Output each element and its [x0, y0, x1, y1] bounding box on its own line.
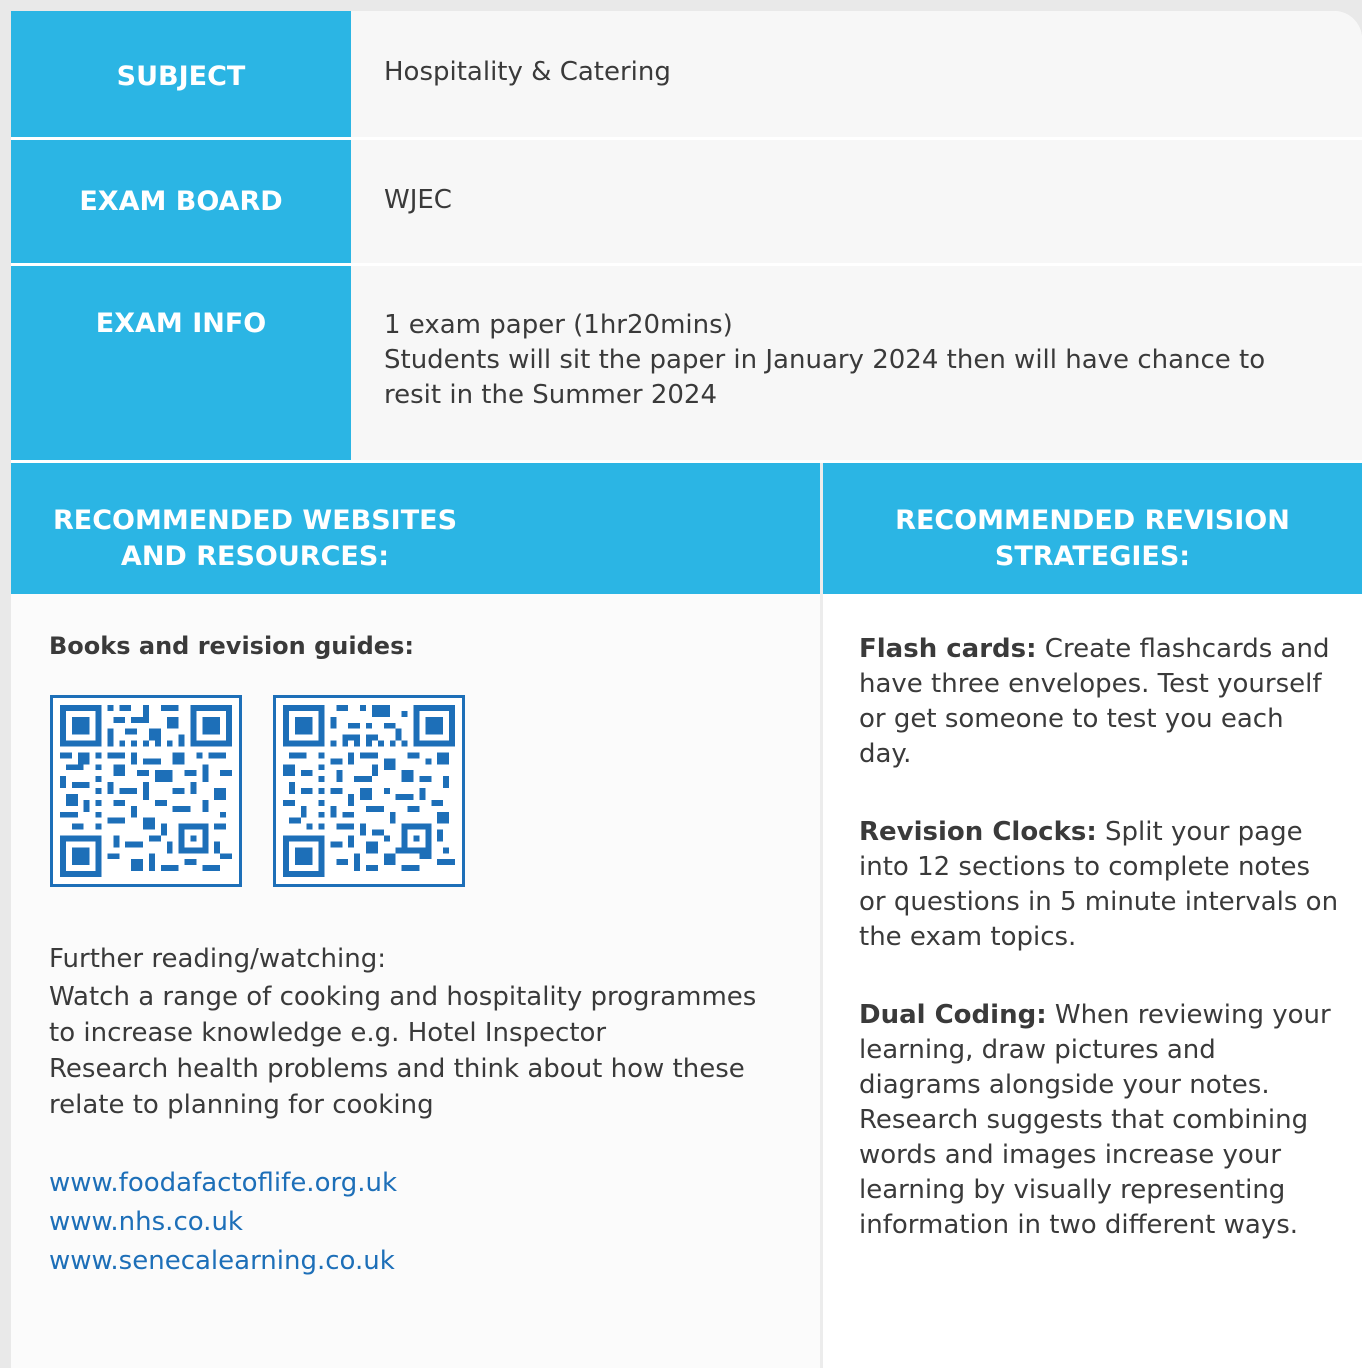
- exam-board-label: EXAM BOARD: [11, 140, 351, 263]
- strategies-header-line-1: RECOMMENDED REVISION: [895, 505, 1290, 536]
- further-line-1: Watch a range of cooking and hospitality…: [49, 982, 757, 1048]
- strategy-revision-clocks: Revision Clocks: Split your page into 12…: [859, 815, 1339, 955]
- qr-code-1-graphic: [60, 705, 232, 877]
- exam-board-value: WJEC: [351, 140, 1362, 263]
- exam-board-row: EXAM BOARD WJEC: [11, 140, 1362, 263]
- strategy-title: Flash cards:: [859, 634, 1037, 664]
- strategies-header: RECOMMENDED REVISION STRATEGIES:: [823, 463, 1362, 594]
- subject-label: SUBJECT: [11, 11, 351, 137]
- qr-code-icon[interactable]: [50, 695, 242, 887]
- link-senecalearning[interactable]: www.senecalearning.co.uk: [49, 1242, 397, 1281]
- books-heading: Books and revision guides:: [49, 632, 414, 660]
- further-line-2: Research health problems and think about…: [49, 1054, 745, 1120]
- link-nhs[interactable]: www.nhs.co.uk: [49, 1203, 397, 1242]
- strategies-column: Flash cards: Create flashcards and have …: [823, 594, 1362, 1368]
- strategy-title: Dual Coding:: [859, 1000, 1047, 1030]
- website-links: www.foodafactoflife.org.uk www.nhs.co.uk…: [49, 1164, 397, 1281]
- strategy-text: When reviewing your learning, draw pictu…: [859, 1000, 1331, 1240]
- websites-header-line-1: RECOMMENDED WEBSITES: [52, 505, 458, 536]
- strategies-header-line-2: STRATEGIES:: [994, 541, 1191, 572]
- strategy-dual-coding: Dual Coding: When reviewing your learnin…: [859, 998, 1339, 1243]
- strategy-flash-cards: Flash cards: Create flashcards and have …: [859, 632, 1339, 772]
- exam-info-value: 1 exam paper (1hr20mins) Students will s…: [351, 266, 1362, 460]
- resources-column: Books and revision guides: Further readi…: [11, 594, 820, 1368]
- exam-info-row: EXAM INFO 1 exam paper (1hr20mins) Stude…: [11, 266, 1362, 460]
- subject-row: SUBJECT Hospitality & Catering: [11, 11, 1362, 137]
- websites-header-text: RECOMMENDED WEBSITES AND RESOURCES:: [15, 503, 495, 575]
- strategy-title: Revision Clocks:: [859, 817, 1097, 847]
- qr-code-2-graphic: [283, 705, 455, 877]
- revision-sheet: SUBJECT Hospitality & Catering EXAM BOAR…: [11, 11, 1362, 1368]
- qr-code-icon[interactable]: [273, 695, 465, 887]
- link-foodafactoflife[interactable]: www.foodafactoflife.org.uk: [49, 1164, 397, 1203]
- exam-info-line-2: Students will sit the paper in January 2…: [384, 345, 1266, 410]
- further-reading: Further reading/watching: Watch a range …: [49, 941, 789, 1123]
- exam-info-line-1: 1 exam paper (1hr20mins): [384, 310, 733, 340]
- subject-value: Hospitality & Catering: [351, 11, 1362, 137]
- websites-header: RECOMMENDED WEBSITES AND RESOURCES:: [11, 463, 820, 594]
- exam-info-label: EXAM INFO: [11, 266, 351, 460]
- websites-header-line-2: AND RESOURCES:: [120, 541, 390, 572]
- further-heading: Further reading/watching:: [49, 944, 386, 974]
